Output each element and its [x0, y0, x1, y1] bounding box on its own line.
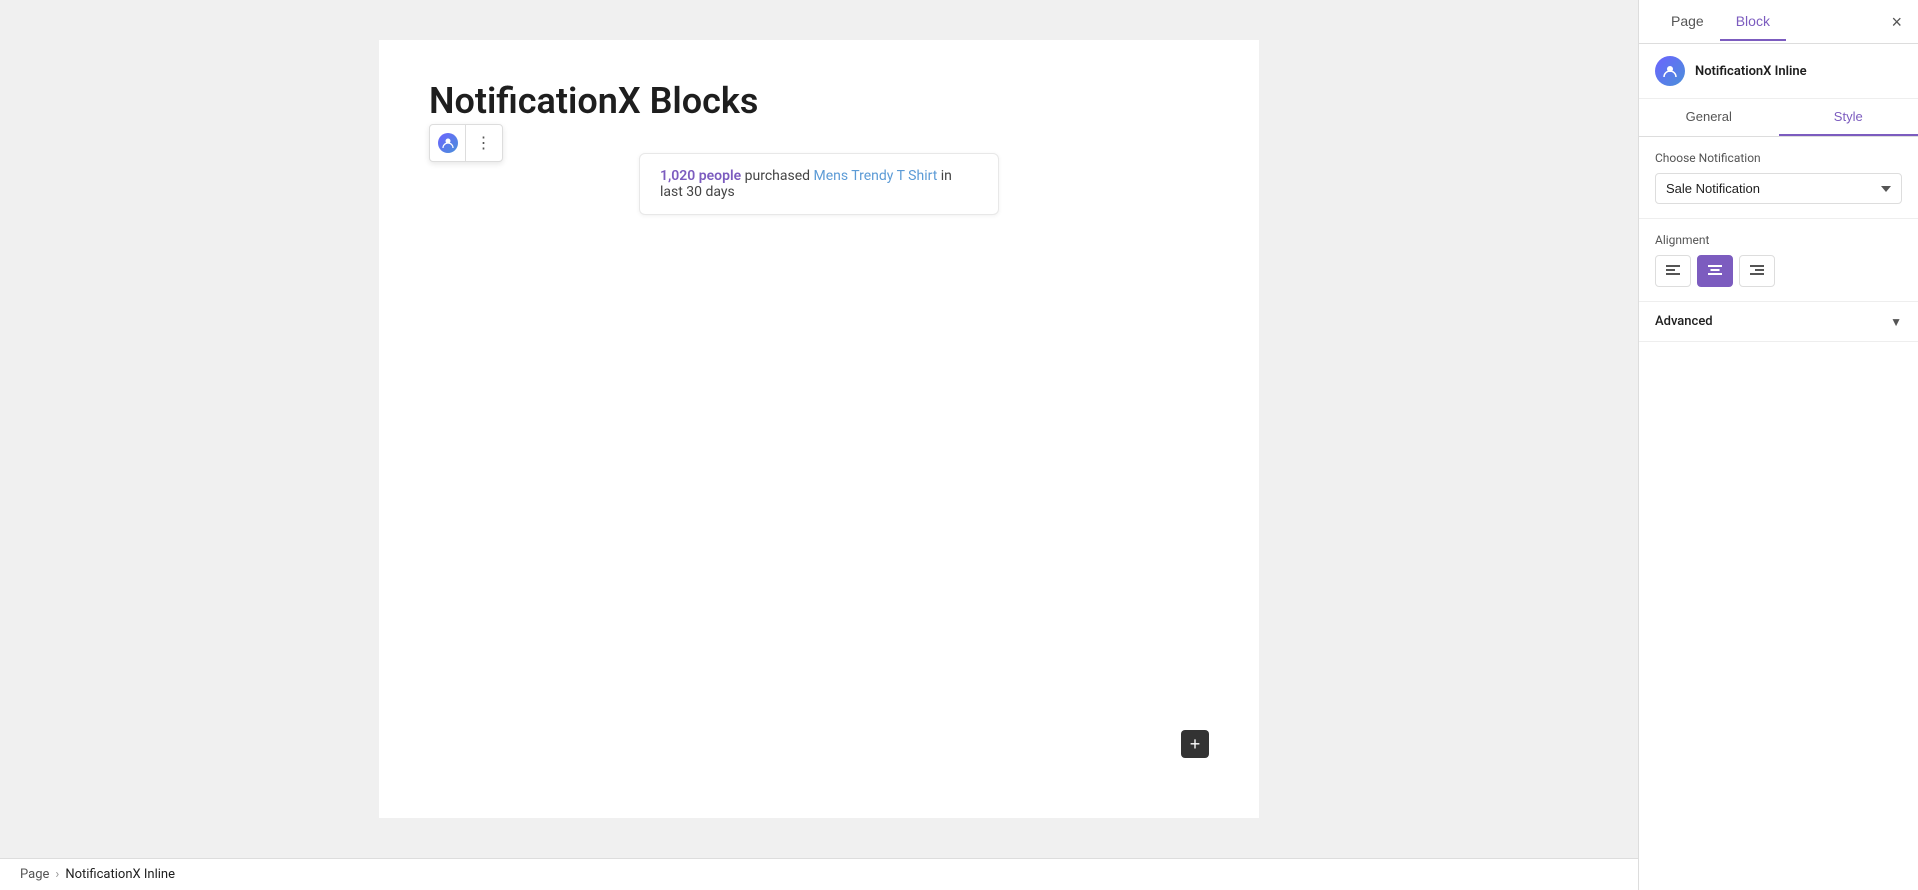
notification-product: Mens Trendy T Shirt: [814, 168, 938, 184]
notification-preview: 1,020 people purchased Mens Trendy T Shi…: [639, 153, 999, 215]
align-right-button[interactable]: [1739, 255, 1775, 287]
inner-tabs: General Style: [1639, 99, 1918, 137]
alignment-label: Alignment: [1655, 233, 1902, 247]
align-left-icon: [1666, 265, 1680, 277]
advanced-section[interactable]: Advanced ▼: [1639, 302, 1918, 342]
align-center-button[interactable]: [1697, 255, 1733, 287]
block-label-text: NotificationX Inline: [1695, 64, 1807, 79]
align-center-icon: [1708, 265, 1722, 277]
notification-count: 1,020 people: [660, 168, 741, 184]
sidebar-header: Page Block ×: [1639, 0, 1918, 44]
add-block-button[interactable]: +: [1181, 730, 1209, 758]
tab-page[interactable]: Page: [1655, 3, 1720, 41]
dots-icon: ⋮: [476, 133, 493, 153]
advanced-label: Advanced: [1655, 314, 1713, 329]
block-title-wrapper: NotificationX Blocks ⋮: [429, 80, 1209, 123]
editor-canvas-wrapper: NotificationX Blocks ⋮: [0, 0, 1638, 858]
block-label-row: NotificationX Inline: [1639, 44, 1918, 99]
block-icon: [1655, 56, 1685, 86]
breadcrumb: Page › NotificationX Inline: [0, 858, 1638, 890]
tab-general[interactable]: General: [1639, 99, 1779, 136]
block-menu-button[interactable]: ⋮: [466, 125, 502, 161]
tab-block[interactable]: Block: [1720, 3, 1786, 41]
sidebar-top-tabs: Page Block: [1655, 3, 1786, 41]
page-title: NotificationX Blocks: [429, 80, 1209, 123]
alignment-controls: [1655, 255, 1902, 287]
alignment-section: Alignment: [1639, 219, 1918, 302]
right-sidebar: Page Block × NotificationX Inline Genera…: [1638, 0, 1918, 890]
block-icon-button[interactable]: [430, 125, 466, 161]
breadcrumb-current: NotificationX Inline: [65, 867, 175, 882]
close-button[interactable]: ×: [1891, 13, 1902, 31]
editor-canvas: NotificationX Blocks ⋮: [379, 40, 1259, 818]
align-right-icon: [1750, 265, 1764, 277]
align-left-button[interactable]: [1655, 255, 1691, 287]
breadcrumb-page[interactable]: Page: [20, 867, 49, 882]
chevron-down-icon: ▼: [1890, 315, 1902, 329]
tab-style[interactable]: Style: [1779, 99, 1918, 136]
notification-purchased: purchased: [745, 168, 814, 184]
notification-select[interactable]: Sale Notification: [1655, 173, 1902, 204]
notification-text: 1,020 people purchased Mens Trendy T Shi…: [660, 168, 978, 200]
breadcrumb-separator: ›: [55, 867, 59, 882]
nx-block-icon: [438, 133, 458, 153]
notification-section: Choose Notification Sale Notification: [1639, 137, 1918, 219]
notification-label: Choose Notification: [1655, 151, 1902, 165]
block-toolbar: ⋮: [429, 124, 503, 162]
editor-area: NotificationX Blocks ⋮: [0, 0, 1638, 890]
